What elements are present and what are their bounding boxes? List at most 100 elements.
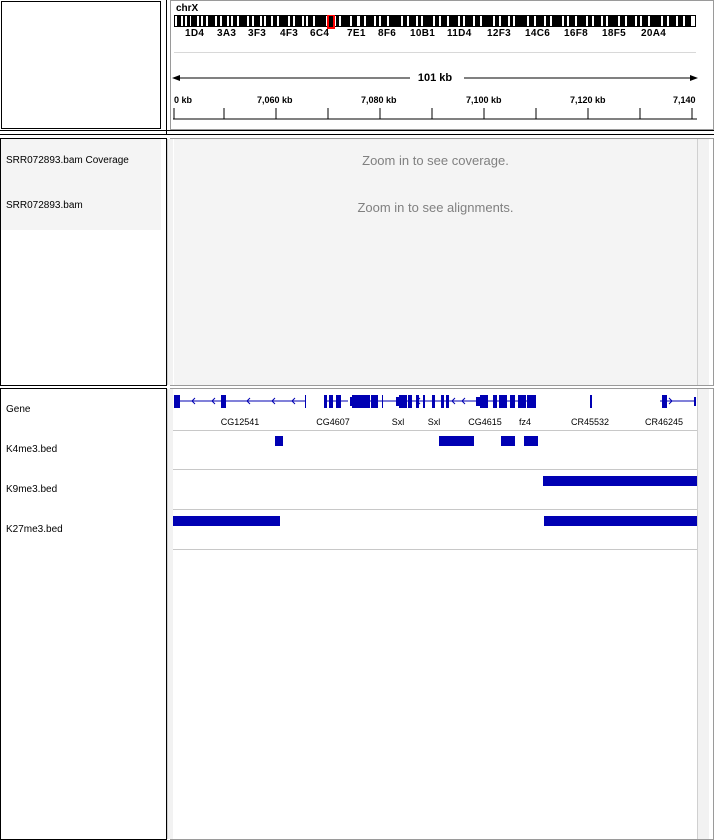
bed-feature [439, 436, 474, 446]
cytoband-label: 1D4 [185, 28, 205, 39]
gene-exon [499, 395, 507, 408]
track-name-gene[interactable]: Gene [6, 404, 30, 415]
gene-exon [221, 395, 226, 408]
feature-name-panel [0, 388, 167, 840]
span-label: 101 kb [417, 72, 453, 84]
cytoband [266, 16, 271, 26]
cytoband [187, 16, 190, 26]
cytoband [569, 16, 575, 26]
cytoband [233, 16, 237, 26]
cytoband-label: 3A3 [217, 28, 237, 39]
gene-exon [480, 395, 488, 408]
track-name-k27me3[interactable]: K27me3.bed [6, 524, 63, 535]
feature-panel-scrollbar[interactable] [697, 389, 709, 839]
gene-label[interactable]: CR46245 [645, 417, 683, 427]
cytoband [239, 16, 247, 26]
gene-exon [396, 397, 399, 406]
data-panel-scrollbar[interactable] [697, 139, 709, 385]
chromosome-ideogram[interactable] [174, 15, 698, 29]
gene-label[interactable]: fz4 [519, 417, 531, 427]
gene-exon [336, 395, 341, 408]
cytoband [577, 16, 586, 26]
gene-exon [423, 395, 425, 408]
cytoband [381, 16, 387, 26]
alignments-message: Zoom in to see alignments. [357, 200, 514, 215]
cytoband [191, 16, 197, 26]
cytoband [366, 16, 374, 26]
cytoband [308, 16, 313, 26]
cytoband [475, 16, 480, 26]
ruler-tick-label: 7,140 [673, 95, 696, 105]
gene-exon [527, 395, 536, 408]
header-name-panel [1, 1, 161, 129]
cytoband [315, 16, 326, 26]
cytoband [199, 16, 201, 26]
cytoband-label: 20A4 [641, 28, 667, 39]
gene-exon [694, 397, 696, 406]
cytoband-label: 3F3 [248, 28, 267, 39]
gene-exon [408, 395, 412, 408]
header-divider [166, 0, 167, 135]
chromosome-name: chrX [176, 3, 199, 14]
cytoband [290, 16, 293, 26]
cytoband [663, 16, 667, 26]
gene-exon [432, 395, 435, 408]
cytoband [482, 16, 493, 26]
track-name-alignments[interactable]: SRR072893.bam [6, 200, 83, 211]
coverage-message: Zoom in to see coverage. [362, 153, 509, 168]
gene-track[interactable] [172, 392, 698, 412]
cytoband [423, 16, 433, 26]
bed-feature [543, 476, 697, 486]
cytoband-label: 4F3 [280, 28, 299, 39]
cytoband [376, 16, 379, 26]
gene-exon [590, 395, 592, 408]
gene-exon [329, 395, 333, 408]
cytoband [620, 16, 625, 26]
gene-label[interactable]: CG4615 [468, 417, 502, 427]
gene-label[interactable]: Sxl [392, 417, 405, 427]
cytoband [529, 16, 534, 26]
bed-feature [544, 516, 697, 526]
cytoband [546, 16, 550, 26]
cytoband-label: 12F3 [487, 28, 511, 39]
ruler[interactable] [172, 106, 698, 120]
track-name-k9me3[interactable]: K9me3.bed [6, 484, 57, 495]
bed-feature [173, 516, 280, 526]
cytoband [594, 16, 601, 26]
cytoband [360, 16, 364, 26]
cytoband [501, 16, 508, 26]
track-name-k4me3[interactable]: K4me3.bed [6, 444, 57, 455]
gene-exon [493, 395, 497, 408]
cytoband [552, 16, 562, 26]
cytoband [352, 16, 357, 26]
cytoband [449, 16, 458, 26]
gene-label[interactable]: CR45532 [571, 417, 609, 427]
gene-label[interactable]: Sxl [428, 417, 441, 427]
ruler-tick-label: 7,080 kb [361, 95, 397, 105]
cytoband [564, 16, 567, 26]
gene-label[interactable]: CG4607 [316, 417, 350, 427]
cytoband [678, 16, 683, 26]
cytoband [465, 16, 473, 26]
header-line-bottom-2 [0, 134, 714, 135]
gene-label[interactable]: CG12541 [221, 417, 260, 427]
gene-exon [371, 395, 378, 408]
bed-feature [524, 436, 538, 446]
cytoband [669, 16, 676, 26]
gene-exon [399, 395, 407, 408]
ruler-tick-label: 0 kb [174, 95, 193, 105]
cytoband-label: 8F6 [378, 28, 397, 39]
gene-exon [352, 395, 370, 408]
gene-exon [662, 395, 667, 408]
cytoband [229, 16, 231, 26]
cytoband [441, 16, 447, 26]
data-track-area [174, 139, 697, 385]
cytoband [495, 16, 499, 26]
gene-exon [174, 395, 180, 408]
cytoband [249, 16, 252, 26]
bed-tracks[interactable] [172, 430, 698, 550]
cytoband-label: 16F8 [564, 28, 588, 39]
cytoband [279, 16, 288, 26]
cytoband [515, 16, 527, 26]
track-name-coverage[interactable]: SRR072893.bam Coverage [6, 155, 129, 166]
